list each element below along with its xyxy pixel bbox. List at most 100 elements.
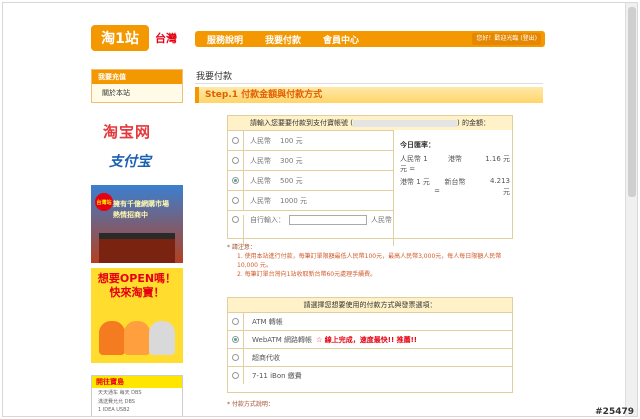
payment-option-label: WebATM 網路轉帳 [252, 335, 313, 344]
title-divider [195, 83, 543, 84]
payment-description-title: * 付款方式說明： [227, 401, 274, 408]
rate-hkd-value: 4.213 [489, 177, 510, 185]
exchange-rate-title: 今日匯率： [400, 141, 435, 149]
rate-twd-label: 新台幣 [444, 178, 466, 186]
page-title: 我要付款 [196, 72, 233, 82]
sidebar-item-about[interactable]: 關於本站 [92, 84, 182, 102]
rate-rmb-value: 1.16 元 [485, 155, 510, 163]
logo-mark: 淘1站 [91, 25, 149, 51]
exchange-rate-box: 今日匯率： 人民幣 1 港幣 1.16 元 元 = 港幣 1 元 新台幣 4.2… [396, 132, 512, 197]
rate-row-hkd: 港幣 1 元 新台幣 4.213 [400, 177, 512, 187]
taiwan-badge-icon: 台灣站 [95, 193, 113, 211]
mascot-left-image [99, 321, 125, 355]
amount-value: 300 元 [280, 156, 303, 165]
custom-amount-input[interactable] [289, 215, 367, 225]
amount-radio[interactable] [232, 197, 239, 204]
amount-radio-selected[interactable] [232, 177, 239, 184]
amount-heading-suffix: ) 的金額： [457, 119, 490, 127]
sidebar-menu: 我要充值 關於本站 [91, 69, 183, 103]
radio-cell [228, 349, 244, 366]
amount-radio[interactable] [232, 216, 239, 223]
amount-currency: 人民幣 [250, 196, 271, 205]
scrollbar-thumb[interactable] [628, 7, 636, 197]
user-greeting[interactable]: 您好！歡迎光臨 (登出) [472, 33, 541, 45]
payment-radio[interactable] [232, 372, 239, 379]
merchant-ad-banner[interactable]: 台灣站 擁有千億網購市場 熱情招商中 [91, 185, 183, 263]
ad3-line: 滿送費允允 DBS [98, 399, 135, 405]
rate-rmb-label: 人民幣 1 [400, 155, 428, 163]
custom-amount-label: 自行輸入： [250, 216, 285, 224]
amount-currency: 人民幣 [250, 156, 271, 165]
rate-hkd-eq: = [434, 187, 440, 195]
ad1-title: 擁有千億網購市場 熱情招商中 [113, 200, 169, 219]
payment-radio-selected[interactable] [232, 336, 239, 343]
radio-cell [228, 367, 244, 384]
site-logo[interactable]: 淘1站 台灣 [91, 25, 177, 51]
amount-option-500[interactable]: 人民幣 500 元 [228, 170, 393, 190]
notice-section: * 請注意： 1. 使用本站進行付款，每筆訂單限額最低人民幣100元，最高人民幣… [227, 243, 517, 279]
sidebar-heading: 我要充值 [92, 70, 182, 84]
payment-option-convenience-store[interactable]: 超商代收 [228, 348, 512, 366]
rate-hkd-unit-label: 港幣 1 元 [400, 178, 430, 186]
amount-panel-heading: 請輸入您要要付款到支付寶帳號 ( ) 的金額： [228, 116, 512, 130]
radio-cell [228, 215, 244, 246]
nav-member-center[interactable]: 會員中心 [323, 33, 359, 46]
nav-pay[interactable]: 我要付款 [265, 33, 301, 46]
alipay-logo[interactable]: 支付宝 [109, 151, 151, 171]
amount-value: 100 元 [280, 136, 303, 145]
amount-radio[interactable] [232, 137, 239, 144]
amount-option-100[interactable]: 人民幣 100 元 [228, 130, 393, 150]
mascot-right-image [149, 321, 175, 355]
amount-options: 人民幣 100 元 人民幣 300 元 人民幣 500 元 人民幣 1000 元… [228, 130, 394, 246]
rate-hkd-label: 港幣 [448, 155, 462, 163]
amount-radio[interactable] [232, 157, 239, 164]
rate-row-rmb: 人民幣 1 港幣 1.16 元 [400, 154, 512, 164]
amount-value: 500 元 [280, 176, 303, 185]
payment-option-label: ATM 轉帳 [252, 317, 283, 326]
rate-row-hkd-eq: = 元 [400, 187, 512, 197]
radio-cell [228, 151, 244, 170]
payment-option-label: 7-11 iBon 繳費 [252, 371, 302, 380]
palace-image [99, 233, 175, 263]
amount-currency: 人民幣 [250, 176, 271, 185]
masked-account [353, 119, 457, 127]
radio-cell [228, 171, 244, 190]
shipping-ad-banner[interactable]: 開往寶島 天天通车 每天 DBS 滿送費允允 DBS 1 IDEA USB2 [91, 375, 183, 416]
amount-value: 1000 元 [280, 196, 308, 205]
ad2-title: 想要OPEN嗎！ 快來淘寶！ [97, 272, 177, 299]
radio-cell [228, 313, 244, 330]
notice-list: 1. 使用本站進行付款，每筆訂單限額最低人民幣100元，最高人民幣3,000元，… [237, 252, 517, 279]
rate-rmb-eq: 元 = [400, 165, 416, 173]
rate-hkd-unit: 元 [503, 188, 510, 196]
notice-title: * 請注意： [227, 244, 256, 251]
payment-option-label: 超商代收 [252, 353, 280, 362]
amount-currency: 人民幣 [250, 136, 271, 145]
ad3-title: 開往寶島 [92, 376, 182, 388]
open-shop-ad-banner[interactable]: 想要OPEN嗎！ 快來淘寶！ [91, 268, 183, 363]
amount-option-300[interactable]: 人民幣 300 元 [228, 150, 393, 170]
payment-panel-heading: 請選擇您想要使用的付款方式與發票選項： [228, 298, 512, 312]
payment-radio[interactable] [232, 318, 239, 325]
payment-option-atm[interactable]: ATM 轉帳 [228, 312, 512, 330]
amount-option-1000[interactable]: 人民幣 1000 元 [228, 190, 393, 210]
notice-item: 2. 每筆訂單台灣向1站收取新台幣60元處理手續費。 [237, 271, 377, 278]
payment-radio[interactable] [232, 354, 239, 361]
radio-cell [228, 131, 244, 150]
payment-method-panel: 請選擇您想要使用的付款方式與發票選項： ATM 轉帳 WebATM 網路轉帳 ☆… [227, 297, 513, 393]
mascot-middle-image [124, 321, 150, 355]
amount-heading-prefix: 請輸入您要要付款到支付寶帳號 ( [250, 119, 353, 127]
payment-option-ibon[interactable]: 7-11 iBon 繳費 [228, 366, 512, 384]
radio-cell [228, 191, 244, 210]
radio-cell [228, 331, 244, 348]
recommend-tag: ☆ 線上完成，速度最快!! 推薦!! [316, 335, 417, 344]
vertical-scrollbar[interactable] [625, 3, 637, 416]
custom-amount-unit: 人民幣 [371, 216, 392, 224]
amount-option-custom[interactable]: 自行輸入： 人民幣 [228, 210, 393, 246]
ad3-line: 1 IDEA USB2 [98, 407, 130, 413]
taobao-logo[interactable]: 淘宝网 [103, 121, 151, 142]
payment-option-webatm[interactable]: WebATM 網路轉帳 ☆ 線上完成，速度最快!! 推薦!! [228, 330, 512, 348]
browser-viewport: 淘1站 台灣 服務說明 我要付款 會員中心 您好！歡迎光臨 (登出) 我要充值 … [2, 2, 638, 417]
nav-service-info[interactable]: 服務說明 [207, 33, 243, 46]
ad3-line: 天天通车 每天 DBS [98, 390, 142, 396]
step-heading: Step.1 付款金額與付款方式 [195, 87, 543, 103]
